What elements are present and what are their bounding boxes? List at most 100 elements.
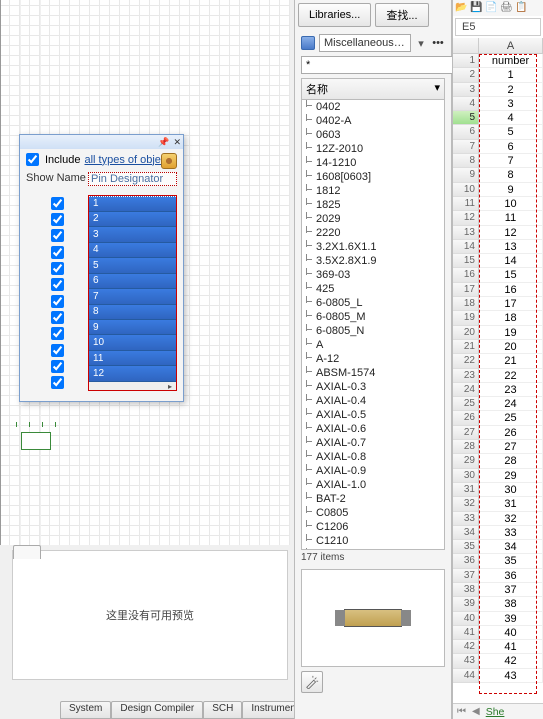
showname-check[interactable] — [26, 326, 88, 342]
row-number[interactable]: 22 — [453, 354, 479, 368]
tree-item[interactable]: A-12 — [302, 352, 444, 366]
row-number[interactable]: 12 — [453, 211, 479, 225]
sheet-body[interactable]: 1number213243546576879810911101211131214… — [453, 54, 543, 703]
tree-item[interactable]: AXIAL-0.4 — [302, 394, 444, 408]
tree-item[interactable]: 2029 — [302, 212, 444, 226]
cell[interactable]: 20 — [479, 340, 543, 354]
row-number[interactable]: 20 — [453, 326, 479, 340]
sheet-row[interactable]: 3938 — [453, 597, 543, 611]
cell[interactable]: 43 — [479, 669, 543, 683]
row-number[interactable]: 6 — [453, 125, 479, 139]
cell[interactable]: 12 — [479, 226, 543, 240]
row-number[interactable]: 37 — [453, 569, 479, 583]
nav-prev-icon[interactable]: ◀ — [472, 706, 480, 717]
row-number[interactable]: 17 — [453, 283, 479, 297]
include-checkbox[interactable] — [26, 153, 39, 166]
sheet-row[interactable]: 1number — [453, 54, 543, 68]
sheet-row[interactable]: 2120 — [453, 340, 543, 354]
tree-item[interactable]: 6-0805_L — [302, 296, 444, 310]
row-number[interactable]: 13 — [453, 226, 479, 240]
sheet-row[interactable]: 4039 — [453, 612, 543, 626]
cell[interactable]: 16 — [479, 283, 543, 297]
sheet-row[interactable]: 1716 — [453, 283, 543, 297]
row-number[interactable]: 42 — [453, 640, 479, 654]
tree-item[interactable]: AXIAL-0.8 — [302, 450, 444, 464]
sheet-row[interactable]: 1615 — [453, 268, 543, 282]
status-tab[interactable]: Design Compiler — [111, 701, 203, 719]
cell[interactable]: 26 — [479, 426, 543, 440]
row-number[interactable]: 34 — [453, 526, 479, 540]
sheet-row[interactable]: 3534 — [453, 540, 543, 554]
showname-check[interactable] — [26, 195, 88, 211]
cell[interactable]: 27 — [479, 440, 543, 454]
tree-item[interactable]: 1812 — [302, 184, 444, 198]
sheet-row[interactable]: 2827 — [453, 440, 543, 454]
open-icon[interactable]: 📂 — [455, 2, 467, 14]
sheet-row[interactable]: 4443 — [453, 669, 543, 683]
sheet-row[interactable]: 1211 — [453, 211, 543, 225]
cell[interactable]: 1 — [479, 68, 543, 82]
chevron-down-icon[interactable]: ▾ — [415, 37, 427, 50]
tree-item[interactable]: C0805 — [302, 506, 444, 520]
tree-item[interactable]: C1210 — [302, 534, 444, 548]
cell[interactable]: 36 — [479, 569, 543, 583]
pin-row[interactable]: 6 — [89, 274, 176, 289]
cell[interactable]: 10 — [479, 197, 543, 211]
row-number[interactable]: 18 — [453, 297, 479, 311]
cell[interactable]: 28 — [479, 454, 543, 468]
component-tree[interactable]: 04020402-A060312Z-201014-12101608[0603]1… — [301, 100, 445, 550]
col-showname[interactable]: Show Name — [26, 172, 88, 186]
showname-check[interactable] — [26, 309, 88, 325]
sheet-row[interactable]: 2322 — [453, 369, 543, 383]
sheet-row[interactable]: 3130 — [453, 483, 543, 497]
showname-check[interactable] — [26, 342, 88, 358]
inspector-titlebar[interactable]: 📌 ✕ — [20, 135, 183, 149]
pin-row[interactable]: 10 — [89, 335, 176, 350]
cell[interactable]: 4 — [479, 111, 543, 125]
showname-check[interactable] — [26, 358, 88, 374]
cell[interactable]: 24 — [479, 397, 543, 411]
sheet-row[interactable]: 2625 — [453, 411, 543, 425]
row-number[interactable]: 26 — [453, 411, 479, 425]
row-number[interactable]: 16 — [453, 268, 479, 282]
tree-header[interactable]: 名称 ▾ — [301, 78, 445, 100]
sheet-row[interactable]: 21 — [453, 68, 543, 82]
status-tab[interactable]: SCH — [203, 701, 242, 719]
sheet-row[interactable]: 3332 — [453, 512, 543, 526]
status-tab[interactable]: System — [60, 701, 111, 719]
scroll-right-icon[interactable]: ▸ — [89, 382, 176, 390]
pdf-icon[interactable]: 📄 — [485, 2, 497, 14]
row-number[interactable]: 38 — [453, 583, 479, 597]
row-number[interactable]: 40 — [453, 612, 479, 626]
cell[interactable]: 42 — [479, 654, 543, 668]
pin-designator-list[interactable]: 123456789101112▸ — [88, 195, 177, 391]
cell[interactable]: 17 — [479, 297, 543, 311]
pin-row[interactable]: 12 — [89, 366, 176, 381]
pin-row[interactable]: 2 — [89, 212, 176, 227]
col-pin-designator[interactable]: Pin Designator — [88, 172, 177, 186]
sheet-row[interactable]: 1918 — [453, 311, 543, 325]
row-number[interactable]: 19 — [453, 311, 479, 325]
row-number[interactable]: 30 — [453, 469, 479, 483]
row-number[interactable]: 11 — [453, 197, 479, 211]
tree-item[interactable]: 0402 — [302, 100, 444, 114]
row-number[interactable]: 27 — [453, 426, 479, 440]
cell[interactable]: 39 — [479, 612, 543, 626]
preferences-icon[interactable] — [161, 153, 177, 169]
print-icon[interactable]: 🖨 — [500, 2, 512, 14]
cell[interactable]: 2 — [479, 83, 543, 97]
cell[interactable]: 3 — [479, 97, 543, 111]
row-number[interactable]: 25 — [453, 397, 479, 411]
cell[interactable]: 33 — [479, 526, 543, 540]
cell[interactable]: 21 — [479, 354, 543, 368]
row-number[interactable]: 8 — [453, 154, 479, 168]
search-button[interactable]: 查找... — [375, 3, 428, 27]
row-number[interactable]: 32 — [453, 497, 479, 511]
sheet-row[interactable]: 98 — [453, 168, 543, 182]
tree-item[interactable]: 6-0805_M — [302, 310, 444, 324]
pin-row[interactable]: 7 — [89, 289, 176, 304]
row-number[interactable]: 14 — [453, 240, 479, 254]
cell[interactable]: 8 — [479, 168, 543, 182]
cell[interactable]: 38 — [479, 597, 543, 611]
cell[interactable]: 9 — [479, 183, 543, 197]
